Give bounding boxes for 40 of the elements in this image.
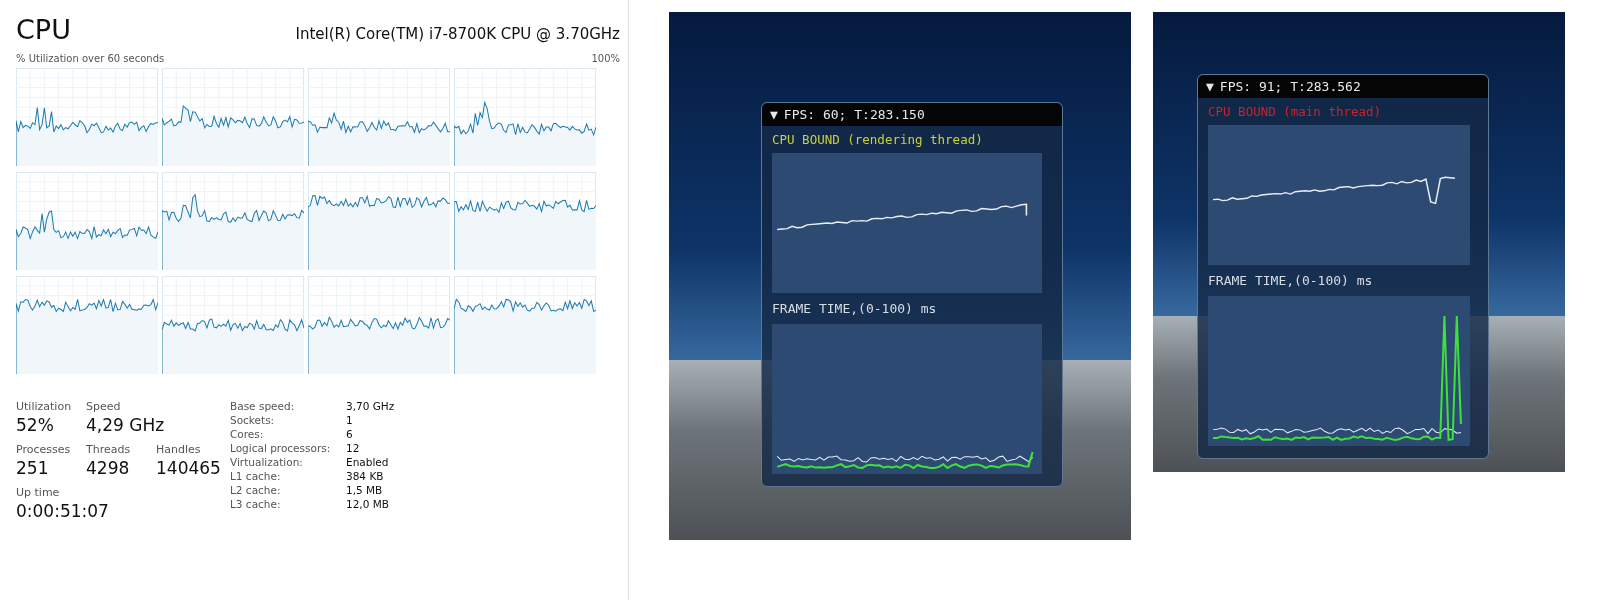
stat-label: Up time [16,486,61,499]
detail-label: Cores: [230,428,265,440]
detail-label: L2 cache: [230,484,282,496]
stat-label: Threads [86,443,132,456]
graph-caption: % Utilization over 60 seconds [16,53,165,64]
detail-label: Logical processors: [230,442,332,454]
detail-value: 1 [346,414,354,426]
stat-value: 52% [16,415,55,435]
stat-value: 0:00:51:07 [16,501,109,521]
stat-label: Processes [16,443,72,456]
detail-label: Virtualization: [230,456,304,468]
stat-label: Handles [156,443,202,456]
collapse-toggle[interactable]: ▼ [770,107,778,122]
bound-status: CPU BOUND (main thread) [1207,103,1383,121]
detail-value: 384 KB [346,470,385,482]
detail-label: Base speed: [230,400,296,412]
detail-value: 12 [346,442,361,454]
detail-value: 3,70 GHz [346,400,395,412]
frame-time-label: FRAME TIME,(0-100) ms [1207,272,1374,290]
bound-status: CPU BOUND (rendering thread) [771,131,984,149]
stat-label: Speed [86,400,122,413]
panel-title: CPU [16,14,71,45]
detail-value: Enabled [346,456,390,468]
stat-label: Utilization [16,400,73,413]
stat-value: 4,29 GHz [86,415,165,435]
fps-readout: FPS: 60; T:283.150 [783,107,925,122]
stat-value: 4298 [86,458,131,478]
processor-name: Intel(R) Core(TM) i7-8700K CPU @ 3.70GHz [295,25,620,43]
collapse-toggle[interactable]: ▼ [1206,79,1214,94]
detail-label: Sockets: [230,414,276,426]
stat-value: 251 [16,458,50,478]
detail-label: L1 cache: [230,470,282,482]
detail-label: L3 cache: [230,498,282,510]
stat-value: 140465 [156,458,218,478]
graph-max-label: 100% [591,53,620,64]
detail-value: 6 [346,428,354,440]
detail-value: 12,0 MB [346,498,390,510]
fps-readout: FPS: 91; T:283.562 [1219,79,1361,94]
detail-value: 1,5 MB [346,484,384,496]
frame-time-label: FRAME TIME,(0-100) ms [771,300,938,318]
